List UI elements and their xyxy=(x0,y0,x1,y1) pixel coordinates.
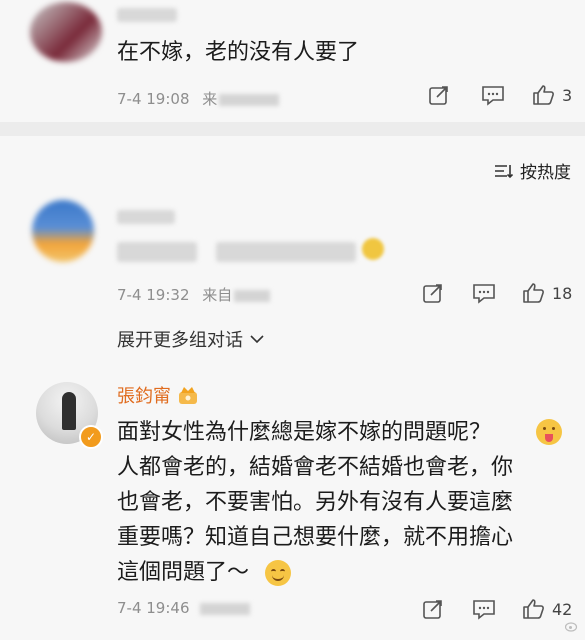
comment-meta: 7-4 19:32 来自 xyxy=(117,284,271,305)
like-button[interactable]: 42 xyxy=(522,597,572,621)
expand-more-conversations-link[interactable]: 展开更多组对话 xyxy=(117,326,265,352)
comment-source: 来自 xyxy=(202,286,233,304)
comment-icon xyxy=(473,284,495,304)
comment-text: 在不嫁，老的没有人要了 xyxy=(117,40,360,65)
repost-icon xyxy=(429,86,448,105)
comment-time: 7-4 19:08 xyxy=(117,90,190,108)
repost-button[interactable] xyxy=(422,598,444,620)
crown-badge-icon xyxy=(179,387,197,404)
like-count: 18 xyxy=(552,283,573,303)
avatar[interactable] xyxy=(32,200,94,262)
username-blurred[interactable] xyxy=(117,8,177,22)
repost-icon xyxy=(423,600,442,619)
comment-icon xyxy=(482,86,504,106)
emoji-icon xyxy=(362,238,384,260)
source-blurred xyxy=(199,602,250,615)
source-blurred xyxy=(219,93,280,106)
like-count: 42 xyxy=(552,599,573,619)
avatar[interactable] xyxy=(30,2,102,62)
smile-emoji-icon xyxy=(265,560,291,586)
repost-button[interactable] xyxy=(422,282,444,304)
comment-text-line: 也會老，不要害怕。另外有沒有人要這麼 xyxy=(117,490,514,515)
comment-button[interactable] xyxy=(481,84,505,106)
comment-button[interactable] xyxy=(472,282,496,304)
like-count: 3 xyxy=(562,85,573,105)
tongue-emoji-icon xyxy=(536,419,562,445)
username: 張鈞甯 xyxy=(117,386,171,407)
username-link[interactable]: 張鈞甯 xyxy=(117,382,199,408)
verified-badge: ✓ xyxy=(79,425,103,449)
comment-time: 7-4 19:32 xyxy=(117,286,190,304)
comment-2: 7-4 19:32 来自 18 xyxy=(0,196,585,316)
comment-text-blurred xyxy=(117,242,197,262)
comment-text-line: 面對女性為什麼總是嫁不嫁的問題呢？ xyxy=(117,420,492,445)
comment-text-line: 人都會老的，結婚會老不結婚也會老，你 xyxy=(117,455,514,480)
section-divider xyxy=(0,122,585,136)
sort-by-popularity-button[interactable]: 按热度 xyxy=(494,158,571,183)
username-blurred[interactable] xyxy=(117,210,175,224)
comment-time: 7-4 19:46 xyxy=(117,599,190,617)
expand-label: 展开更多组对话 xyxy=(117,330,243,351)
sort-icon xyxy=(495,164,514,178)
comment-text-blurred xyxy=(216,242,356,262)
comment-text-line: 這個問題了～ xyxy=(117,560,250,585)
like-button[interactable]: 3 xyxy=(532,83,572,107)
comment-button[interactable] xyxy=(472,598,496,620)
thumbs-up-icon xyxy=(523,599,544,619)
repost-icon xyxy=(423,284,442,303)
chevron-down-icon xyxy=(250,335,264,344)
watermark xyxy=(564,620,579,636)
source-blurred xyxy=(234,289,271,302)
sort-label: 按热度 xyxy=(520,163,571,183)
comment-source: 来 xyxy=(202,90,218,108)
like-button[interactable]: 18 xyxy=(522,281,572,305)
repost-button[interactable] xyxy=(428,84,450,106)
weibo-logo-icon xyxy=(564,622,578,632)
comment-meta: 7-4 19:46 xyxy=(117,599,250,617)
comment-meta: 7-4 19:08 来 xyxy=(117,88,280,109)
comment-icon xyxy=(473,600,495,620)
comment-text-line: 重要嗎？知道自己想要什麼，就不用擔心 xyxy=(117,525,514,550)
thumbs-up-icon xyxy=(523,283,544,303)
avatar-figure xyxy=(62,392,76,430)
thumbs-up-icon xyxy=(533,85,554,105)
comment-1: 在不嫁，老的没有人要了 7-4 19:08 来 3 xyxy=(0,0,585,122)
